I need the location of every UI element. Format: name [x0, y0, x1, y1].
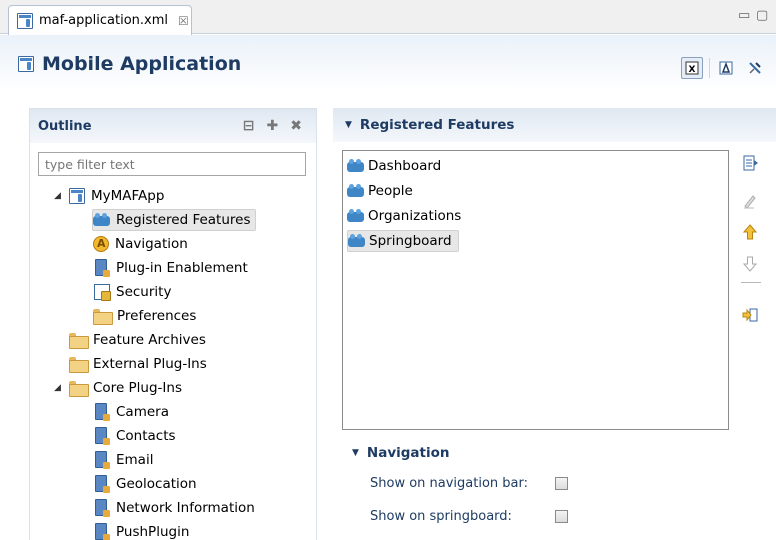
folder-icon — [69, 357, 89, 373]
source-view-icon[interactable]: X — [681, 57, 703, 79]
folder-icon — [69, 381, 89, 397]
feature-icon — [347, 159, 364, 173]
list-item-organizations[interactable]: Organizations — [347, 205, 467, 227]
close-tab-icon[interactable]: ☒ — [178, 14, 189, 28]
tree-item-pushplugin[interactable]: PushPlugin — [94, 521, 189, 540]
feature-icon — [347, 209, 364, 223]
tree-item-security[interactable]: Security — [94, 281, 171, 303]
toolbar-separator — [709, 58, 710, 78]
maximize-icon[interactable]: ▢ — [756, 8, 768, 23]
plugin-icon — [94, 451, 110, 469]
folder-icon — [93, 309, 113, 325]
list-item-dashboard[interactable]: Dashboard — [347, 155, 447, 177]
list-item-springboard[interactable]: Springboard — [347, 230, 459, 252]
collapse-arrow-icon[interactable]: ▼ — [352, 448, 359, 458]
plugin-icon — [94, 427, 110, 445]
mobile-application-icon — [18, 56, 34, 72]
tree-item-camera[interactable]: Camera — [94, 401, 169, 423]
app-file-icon — [17, 12, 33, 29]
tree-item-feature-archives[interactable]: Feature Archives — [69, 329, 206, 351]
outline-panel: Outline ⊟ ✚ ✖ ◢ MyMAFApp Registered Feat… — [29, 108, 317, 540]
tree-item-contacts[interactable]: Contacts — [94, 425, 176, 447]
feature-icon — [347, 184, 364, 198]
plugin-icon — [94, 259, 110, 277]
remove-icon[interactable]: ✖ — [290, 118, 302, 134]
outline-toolbar: ⊟ ✚ ✖ — [243, 118, 302, 134]
filter-input[interactable] — [38, 152, 306, 176]
plugin-icon — [94, 475, 110, 493]
add-icon[interactable]: ✚ — [267, 118, 279, 134]
collapse-all-icon[interactable]: ⊟ — [243, 118, 255, 134]
expand-toggle-icon[interactable]: ◢ — [54, 383, 61, 393]
tree-item-registered-features[interactable]: Registered Features — [92, 209, 256, 231]
svg-text:X: X — [689, 65, 696, 75]
show-on-springboard-label: Show on springboard: — [370, 509, 512, 524]
tree-item-network-information[interactable]: Network Information — [94, 497, 255, 519]
folder-icon — [69, 333, 89, 349]
plugin-icon — [94, 403, 110, 421]
show-on-springboard-checkbox[interactable] — [555, 510, 568, 523]
collapse-arrow-icon[interactable]: ▼ — [345, 120, 352, 130]
pin-icon[interactable] — [744, 57, 766, 79]
feature-icon — [348, 234, 365, 248]
navigation-icon — [93, 236, 109, 252]
show-on-navigation-bar-checkbox[interactable] — [555, 477, 568, 490]
registered-features-header[interactable]: ▼ Registered Features — [333, 108, 776, 142]
tree-item-plug-in-enablement[interactable]: Plug-in Enablement — [94, 257, 248, 279]
show-on-navigation-bar-label: Show on navigation bar: — [370, 476, 529, 491]
tree-item-core-plug-ins[interactable]: Core Plug-Ins — [69, 377, 182, 399]
xml-validate-icon[interactable] — [716, 57, 738, 79]
plugin-icon — [94, 499, 110, 517]
tab-label: maf-application.xml — [39, 13, 168, 28]
tab-maf-application-xml[interactable]: maf-application.xml ☒ — [8, 5, 192, 35]
expand-toggle-icon[interactable]: ◢ — [54, 191, 61, 201]
insert-icon[interactable] — [738, 304, 762, 326]
edit-icon[interactable] — [738, 190, 762, 212]
page-title: Mobile Application — [18, 53, 241, 75]
feature-icon — [93, 213, 110, 227]
tree-item-geolocation[interactable]: Geolocation — [94, 473, 197, 495]
outline-title: Outline — [38, 118, 92, 134]
plugin-icon — [94, 523, 110, 540]
add-feature-icon[interactable] — [738, 152, 762, 174]
security-icon — [94, 284, 111, 301]
minimize-icon[interactable]: ▭ — [738, 8, 750, 23]
tree-item-preferences[interactable]: Preferences — [93, 305, 196, 327]
tree-item-external-plug-ins[interactable]: External Plug-Ins — [69, 353, 207, 375]
tree-item-mymafapp[interactable]: MyMAFApp — [69, 185, 164, 207]
editor-toolbar: X — [681, 57, 766, 79]
move-down-icon[interactable] — [738, 253, 762, 275]
editor-tab-bar: maf-application.xml ☒ ▭ ▢ — [0, 0, 776, 35]
registered-features-list[interactable]: Dashboard People Organizations Springboa… — [342, 150, 729, 430]
app-icon — [69, 188, 85, 204]
tree-item-navigation[interactable]: Navigation — [93, 233, 188, 255]
list-item-people[interactable]: People — [347, 180, 419, 202]
move-up-icon[interactable] — [738, 221, 762, 243]
tree-item-email[interactable]: Email — [94, 449, 153, 471]
toolbar-separator — [741, 282, 761, 283]
navigation-section-header[interactable]: ▼ Navigation — [352, 442, 450, 464]
editor-header: Mobile Application X — [0, 35, 776, 91]
